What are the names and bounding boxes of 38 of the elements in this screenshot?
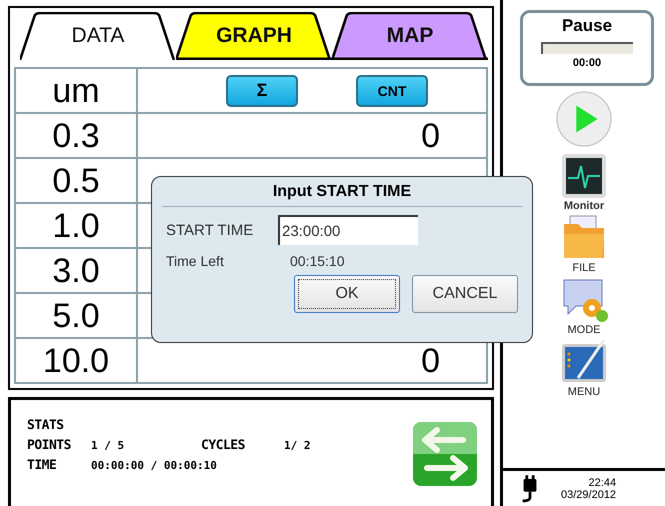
table-cell: 0.5	[16, 159, 138, 202]
dialog-button[interactable]: CANCEL	[412, 275, 518, 313]
table-cell: 5.0	[16, 294, 138, 338]
field-label: START TIME	[166, 222, 254, 238]
stat-label: CYCLES	[201, 438, 246, 454]
stat-value: 00:00:00 / 00:00:10	[91, 459, 217, 472]
table-header: um	[16, 69, 138, 112]
stat-label: POINTS	[27, 438, 72, 454]
swap-arrows-icon[interactable]	[413, 422, 477, 486]
sidebar-item[interactable]: MENU	[560, 338, 608, 398]
time-left-value: 00:15:10	[290, 253, 344, 269]
sidebar-item[interactable]: FILE	[560, 214, 608, 274]
stats-title: STATS	[27, 418, 65, 434]
stat-value: 1 / 5	[91, 439, 126, 452]
table-cell: 0	[421, 344, 440, 378]
table-cell: 0	[421, 118, 440, 153]
tab[interactable]: GRAPH	[176, 12, 332, 60]
pause-time: 00:00	[572, 57, 602, 69]
stat-label: TIME	[27, 458, 58, 474]
pause-title: Pause	[562, 16, 612, 36]
stat-value: 1/ 2	[284, 439, 310, 452]
dialog-button[interactable]: OK	[294, 275, 400, 313]
table-cell: 10.0	[16, 339, 138, 382]
table-cell: 3.0	[16, 249, 138, 292]
clock-time: 22:44	[588, 476, 616, 488]
table-cell: 0.3	[16, 114, 138, 158]
toolbar-button[interactable]: CNT	[356, 74, 428, 107]
sidebar-item[interactable]: Monitor	[560, 152, 608, 212]
dialog-title: Input START TIME	[162, 177, 522, 207]
table-cell: 1.0	[16, 204, 138, 248]
clock-date: 03/29/2012	[561, 488, 616, 500]
tab[interactable]: DATA	[20, 12, 176, 60]
toolbar-button[interactable]: Σ	[226, 74, 298, 107]
tab[interactable]: MAP	[332, 12, 488, 60]
time-left-label: Time Left	[166, 253, 225, 269]
input-field[interactable]: 23:00:00	[278, 215, 418, 245]
heartbeat-monitor-icon	[560, 152, 608, 200]
sidebar-item[interactable]: MODE	[560, 276, 608, 336]
